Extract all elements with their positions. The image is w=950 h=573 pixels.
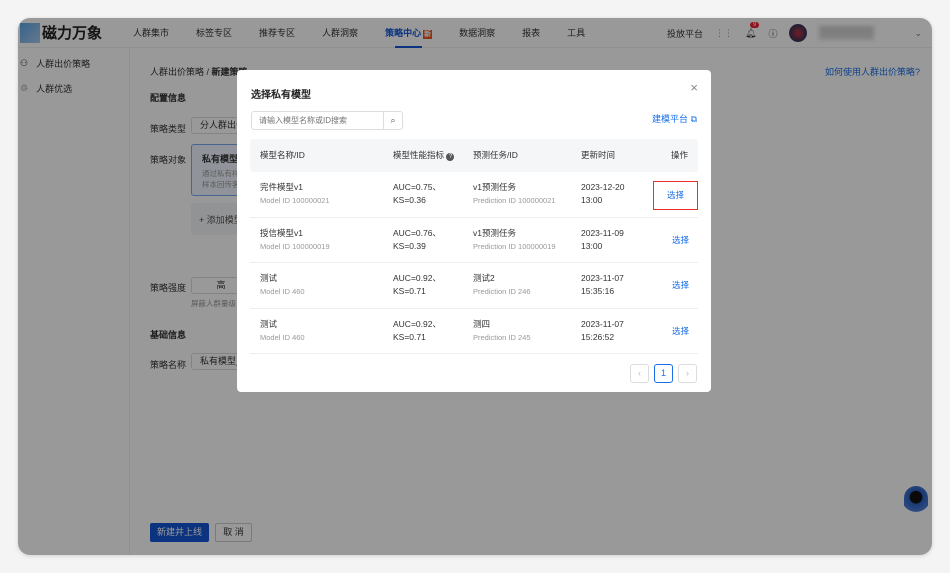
model-id: Model ID 100000021	[260, 196, 330, 205]
modal-title: 选择私有模型	[251, 90, 311, 101]
task-name: 测试2	[473, 273, 495, 283]
task-cell: 测四 Prediction ID 245	[473, 318, 531, 344]
table-header: 模型名称/ID 模型性能指标 ? 预测任务/ID 更新时间 操作	[250, 139, 698, 172]
col-header: 模型名称/ID	[260, 150, 305, 160]
update-time: 15:26:52	[581, 331, 615, 342]
metric-auc: AUC=0.76、	[393, 227, 441, 238]
metric-cell: AUC=0.76、 KS=0.39	[393, 227, 441, 253]
col-header: 模型性能指标 ?	[393, 149, 455, 162]
task-id: Prediction ID 246	[473, 287, 531, 296]
task-id: Prediction ID 245	[473, 332, 531, 342]
model-cell: 测试 Model ID 460	[260, 272, 305, 298]
model-id: Model ID 460	[260, 332, 305, 342]
model-name: 授信模型v1	[260, 227, 303, 238]
model-name: 完件模型v1	[260, 182, 303, 192]
time-cell: 2023-12-20 13:00	[581, 181, 624, 207]
metric-auc: AUC=0.92、	[393, 273, 441, 283]
task-id: Prediction ID 100000021	[473, 196, 556, 205]
update-time: 13:00	[581, 240, 603, 251]
metric-cell: AUC=0.75、 KS=0.36	[393, 181, 441, 207]
select-button[interactable]: 选择	[652, 181, 698, 210]
page-1-button[interactable]: 1	[654, 364, 673, 383]
metric-auc: AUC=0.92、	[393, 318, 441, 329]
question-icon[interactable]: ?	[446, 153, 455, 161]
task-id: Prediction ID 100000019	[473, 241, 556, 251]
time-cell: 2023-11-07 15:26:52	[581, 318, 624, 344]
col-header-text: 模型性能指标	[393, 150, 445, 160]
model-name: 测试	[260, 273, 278, 283]
model-cell: 测试 Model ID 460	[260, 318, 305, 344]
metric-ks: KS=0.36	[393, 195, 426, 205]
col-header: 更新时间	[581, 150, 616, 160]
metric-auc: AUC=0.75、	[393, 182, 441, 192]
task-name: v1预测任务	[473, 227, 516, 238]
search-icon[interactable]: ⌕	[383, 112, 402, 129]
select-button[interactable]: 选择	[672, 325, 689, 338]
update-date: 2023-12-20	[581, 182, 625, 192]
select-model-modal: 选择私有模型 × ⌕ 建模平台 ⧉ 模型名称/ID 模型性能指标 ? 预测任务/…	[237, 70, 711, 392]
modeling-platform-link[interactable]: 建模平台 ⧉	[652, 112, 697, 125]
search-input[interactable]	[252, 112, 383, 129]
metric-cell: AUC=0.92、 KS=0.71	[393, 272, 441, 298]
metric-ks: KS=0.71	[393, 331, 426, 342]
update-date: 2023-11-07	[581, 318, 624, 329]
close-icon[interactable]: ×	[690, 80, 698, 95]
col-header: 预测任务/ID	[473, 150, 518, 160]
app-window: 磁力万象 人群集市 标签专区 推荐专区 人群洞察 策略中心新数据洞察 报表 工具 投放平台 …	[18, 18, 932, 555]
task-name: v1预测任务	[473, 182, 516, 192]
table-row: 测试 Model ID 460 AUC=0.92、 KS=0.71 测试2 Predi…	[250, 263, 698, 309]
col-header: 操作	[670, 150, 688, 160]
table-row: 授信模型v1 Model ID 100000019 AUC=0.76、 KS=0.3…	[250, 218, 698, 263]
time-cell: 2023-11-07 15:35:16	[581, 272, 624, 298]
model-name: 测试	[260, 318, 278, 329]
prev-page-button[interactable]: ‹	[630, 364, 649, 383]
link-text: 建模平台	[652, 114, 689, 124]
task-name: 测四	[473, 318, 491, 329]
model-cell: 完件模型v1 Model ID 100000021	[260, 181, 330, 207]
next-page-button[interactable]: ›	[678, 364, 697, 383]
metric-ks: KS=0.39	[393, 240, 426, 251]
task-cell: 测试2 Prediction ID 246	[473, 272, 531, 298]
select-button[interactable]: 选择	[672, 234, 689, 247]
metric-cell: AUC=0.92、 KS=0.71	[393, 318, 441, 344]
table-row: 测试 Model ID 460 AUC=0.92、 KS=0.71 测四 Predic…	[250, 309, 698, 354]
update-time: 15:35:16	[581, 286, 615, 296]
model-id: Model ID 100000019	[260, 241, 330, 251]
update-date: 2023-11-07	[581, 273, 624, 283]
model-cell: 授信模型v1 Model ID 100000019	[260, 227, 330, 253]
table-row: 完件模型v1 Model ID 100000021 AUC=0.75、 KS=0.3…	[250, 172, 698, 218]
time-cell: 2023-11-09 13:00	[581, 227, 624, 253]
external-link-icon: ⧉	[690, 114, 697, 124]
update-date: 2023-11-09	[581, 227, 624, 238]
update-time: 13:00	[581, 195, 603, 205]
select-button[interactable]: 选择	[672, 279, 689, 292]
task-cell: v1预测任务 Prediction ID 100000019	[473, 227, 556, 253]
model-id: Model ID 460	[260, 287, 305, 296]
task-cell: v1预测任务 Prediction ID 100000021	[473, 181, 556, 207]
metric-ks: KS=0.71	[393, 286, 426, 296]
search-box: ⌕	[251, 111, 403, 130]
